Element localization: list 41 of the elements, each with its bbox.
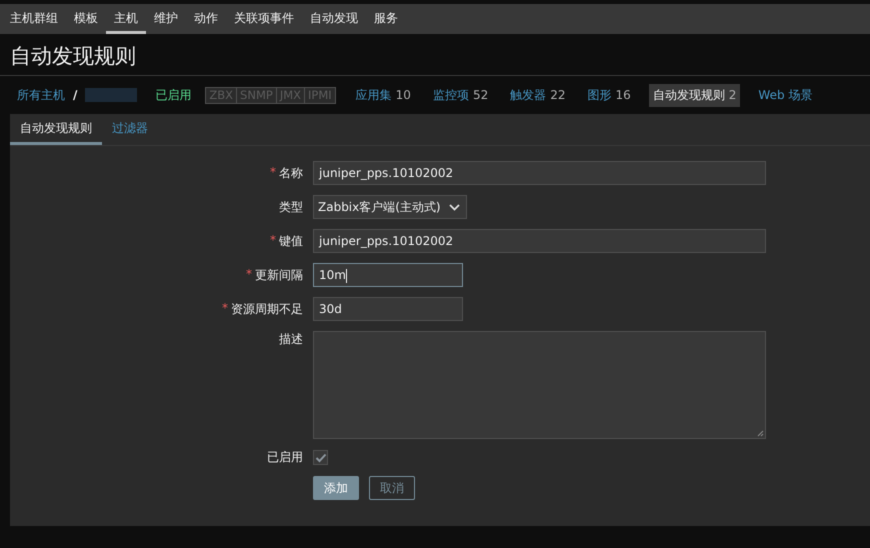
input-field[interactable]: 30d	[313, 297, 463, 321]
menu-item[interactable]: 动作	[186, 4, 226, 34]
breadcrumb-separator: /	[73, 88, 78, 102]
tab[interactable]: 自动发现规则	[10, 114, 102, 145]
field-label: 类型	[279, 198, 303, 216]
page-title: 自动发现规则	[0, 34, 870, 76]
host-nav-link[interactable]: 监控项 52	[428, 84, 492, 106]
host-nav-link[interactable]: 触发器 22	[506, 84, 570, 106]
host-nav-link[interactable]: 应用集 10	[352, 84, 415, 106]
required-mark: *	[246, 266, 252, 282]
field-label: 描述	[279, 331, 303, 348]
menu-item[interactable]: 模板	[66, 4, 106, 34]
input-field[interactable]: juniper_pps.10102002	[313, 161, 766, 185]
redacted-host-name	[85, 88, 138, 102]
breadcrumb-link[interactable]: 所有主机	[17, 86, 65, 104]
host-nav-link[interactable]: Web 场景	[754, 84, 816, 106]
host-nav-link[interactable]: 自动发现规则 2	[648, 84, 740, 106]
required-mark: *	[270, 164, 276, 180]
type-dropdown[interactable]: Zabbix客户端(主动式)	[313, 195, 467, 219]
cancel-button[interactable]: 取消	[369, 476, 415, 500]
menu-item[interactable]: 主机	[106, 4, 146, 34]
required-mark: *	[222, 300, 228, 316]
menu-item[interactable]: 主机群组	[2, 4, 66, 34]
chevron-down-icon	[448, 204, 460, 210]
resize-grip-icon[interactable]	[757, 430, 764, 437]
input-field[interactable]: 10m	[313, 263, 463, 287]
field-label: 资源周期不足	[231, 300, 303, 318]
checkbox[interactable]	[313, 450, 328, 465]
tab[interactable]: 过滤器	[102, 114, 158, 145]
menu-item[interactable]: 服务	[366, 4, 406, 34]
input-field[interactable]: juniper_pps.10102002	[313, 229, 766, 253]
required-mark: *	[270, 232, 276, 248]
field-label: 更新间隔	[255, 266, 303, 284]
field-label: 名称	[279, 164, 303, 182]
menu-item[interactable]: 维护	[146, 4, 186, 34]
menu-item[interactable]: 自动发现	[302, 4, 366, 34]
field-label: 键值	[279, 232, 303, 250]
menu-item[interactable]: 关联项事件	[226, 4, 302, 34]
host-nav-link[interactable]: 图形 16	[584, 84, 635, 106]
field-label: 已启用	[267, 449, 303, 466]
status-label: 已启用	[155, 86, 192, 104]
